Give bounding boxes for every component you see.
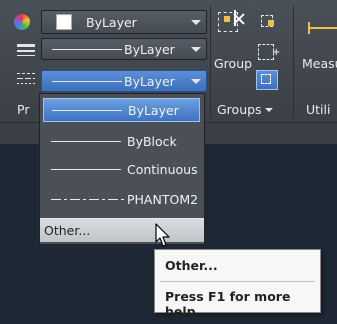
dropdown-item-label: PHANTOM2: [127, 192, 199, 207]
panel-divider: [210, 6, 211, 118]
line-preview: [51, 141, 121, 142]
line-preview: [51, 169, 121, 170]
color-combo[interactable]: ByLayer: [41, 10, 207, 34]
panel-title-groups[interactable]: Groups: [217, 102, 262, 117]
dropdown-item-other[interactable]: Other...: [40, 218, 204, 242]
line-preview: [52, 81, 122, 82]
dropdown-item-label: ByBlock: [127, 134, 177, 149]
tooltip-title: Other...: [165, 258, 218, 273]
dropdown-item-continuous[interactable]: Continuous: [43, 158, 200, 182]
linetype-icon[interactable]: [17, 73, 35, 85]
chevron-down-icon[interactable]: [191, 47, 201, 52]
panel-divider: [293, 6, 294, 118]
panel-title-properties[interactable]: Pr: [17, 102, 29, 117]
group-icon[interactable]: [216, 10, 246, 40]
linetype-combo-value: ByLayer: [124, 42, 175, 57]
dropdown-item-label: Other...: [44, 223, 91, 238]
dropdown-item-phantom2[interactable]: PHANTOM2: [43, 188, 200, 212]
group-selection-icon[interactable]: [256, 70, 278, 90]
color-swatch: [56, 14, 72, 30]
dropdown-item-bylayer[interactable]: ByLayer: [43, 98, 200, 122]
group-edit-icon[interactable]: +: [258, 44, 280, 60]
linetype-combo[interactable]: ByLayer: [41, 38, 207, 60]
chevron-down-icon[interactable]: [265, 108, 273, 112]
dropdown-item-byblock[interactable]: ByBlock: [43, 130, 200, 154]
line-preview: [52, 49, 122, 50]
lineweight-combo-value: ByLayer: [124, 74, 175, 89]
tooltip-divider: [160, 281, 315, 282]
dropdown-item-label: Continuous: [127, 162, 198, 177]
phantom-line-preview: [51, 199, 126, 200]
mouse-cursor-icon: [155, 223, 170, 247]
chevron-down-icon[interactable]: [191, 79, 201, 84]
tooltip-help-text: Press F1 for more help: [165, 289, 291, 319]
measure-button-label[interactable]: Measu: [302, 56, 337, 71]
line-preview: [52, 110, 122, 111]
chevron-down-icon[interactable]: [191, 20, 201, 25]
color-combo-value: ByLayer: [86, 15, 137, 30]
dropdown-item-label: ByLayer: [128, 103, 179, 118]
tooltip-popup: Other... Press F1 for more help: [154, 249, 321, 319]
group-button-label[interactable]: Group: [214, 56, 252, 71]
lineweight-combo[interactable]: ByLayer: [41, 70, 207, 92]
ungroup-icon[interactable]: [258, 12, 278, 32]
measure-icon[interactable]: [308, 20, 337, 36]
panel-title-utilities[interactable]: Utili: [306, 102, 330, 117]
lineweight-icon[interactable]: [17, 44, 35, 58]
color-wheel-icon[interactable]: [14, 14, 30, 30]
autocad-screenshot: ByLayer ByLayer ByLayer Group + Meas Pr …: [0, 0, 337, 324]
